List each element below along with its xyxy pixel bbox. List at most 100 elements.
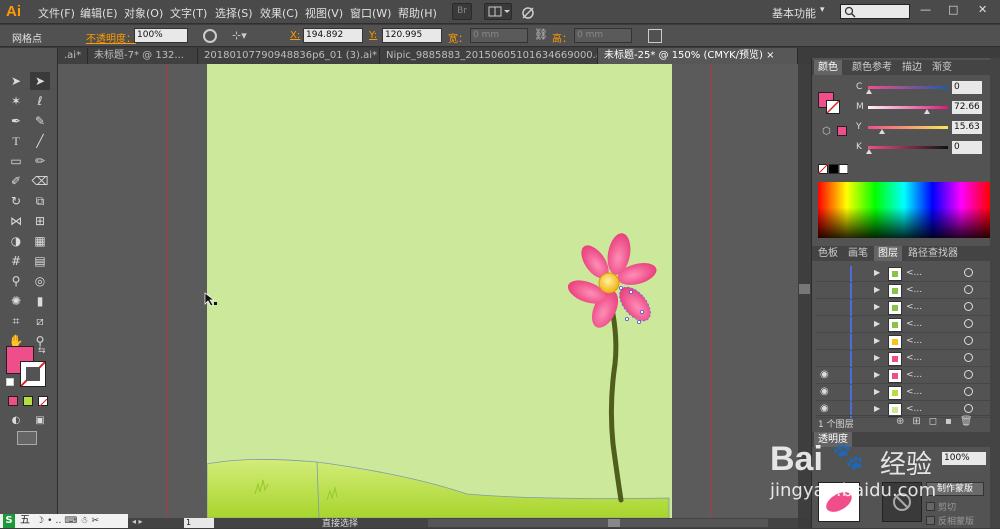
menu-help[interactable]: 帮助(H) <box>398 5 437 21</box>
target-icon[interactable] <box>964 319 973 328</box>
tab-document-active[interactable]: 未标题-25* @ 150% (CMYK/预览) × <box>598 48 798 64</box>
workspace-switcher[interactable]: 基本功能 <box>772 5 816 21</box>
tab-gradient[interactable]: 渐变 <box>928 60 956 75</box>
menu-object[interactable]: 对象(O) <box>124 5 163 21</box>
make-mask-button[interactable]: 制作蒙版 <box>926 482 984 496</box>
vertical-scrollbar[interactable] <box>798 64 811 518</box>
tab-color[interactable]: 颜色 <box>814 60 842 75</box>
ime-tool-icons[interactable]: ☽•‥⌨☃✂ <box>36 514 102 528</box>
horizontal-scroll-thumb[interactable] <box>608 519 620 527</box>
object-thumbnail[interactable] <box>818 482 860 522</box>
layer-row[interactable]: ▶ <... <box>816 266 996 282</box>
visibility-toggle[interactable] <box>820 318 834 332</box>
visibility-toggle[interactable] <box>820 284 834 298</box>
slider-handle[interactable] <box>866 149 872 154</box>
paintbrush-tool-icon[interactable]: ✏ <box>30 152 50 170</box>
mask-thumbnail[interactable] <box>882 482 922 522</box>
eye-icon[interactable]: ◉ <box>820 386 834 400</box>
ime-mode-label[interactable]: 五 <box>20 514 30 528</box>
color-spectrum[interactable] <box>818 182 990 238</box>
channel-slider[interactable] <box>868 106 948 109</box>
expand-arrow-icon[interactable]: ▶ <box>874 387 880 396</box>
page-number-field[interactable]: 1 <box>184 518 214 528</box>
slider-handle[interactable] <box>878 129 885 134</box>
slice-tool-icon[interactable]: ⧄ <box>30 312 50 330</box>
grass-hill[interactable] <box>206 459 670 519</box>
eye-icon[interactable]: ◉ <box>820 369 834 383</box>
color-stroke-swatch[interactable] <box>826 100 840 114</box>
width-label[interactable]: 宽： <box>448 30 468 45</box>
screen-mode-icon[interactable]: ▣ <box>30 412 50 430</box>
tab-document-4[interactable]: Nipic_9885883_20150605101634669000.ai* × <box>380 48 598 64</box>
document-canvas[interactable] <box>58 64 798 519</box>
expand-arrow-icon[interactable]: ▶ <box>874 404 880 413</box>
perspective-grid-tool-icon[interactable]: ▦ <box>30 232 50 250</box>
expand-arrow-icon[interactable]: ▶ <box>874 285 880 294</box>
type-tool-icon[interactable]: T <box>6 132 26 150</box>
width-field[interactable]: 0 mm <box>470 28 528 43</box>
tab-swatches[interactable]: 色板 <box>814 246 842 261</box>
lasso-tool-icon[interactable]: ℓ <box>30 92 50 110</box>
width-tool-icon[interactable]: ⋈ <box>6 212 26 230</box>
line-tool-icon[interactable]: ╱ <box>30 132 50 150</box>
color-mode-button[interactable] <box>8 396 18 406</box>
tab-layers[interactable]: 图层 <box>874 246 902 261</box>
tab-transparency[interactable]: 透明度 <box>814 432 852 447</box>
visibility-toggle[interactable] <box>820 352 834 366</box>
expand-arrow-icon[interactable]: ▶ <box>874 302 880 311</box>
scale-tool-icon[interactable]: ⧉ <box>30 192 50 210</box>
magic-wand-tool-icon[interactable]: ✶ <box>6 92 26 110</box>
menu-window[interactable]: 窗口(W) <box>350 5 391 21</box>
menu-view[interactable]: 视图(V) <box>305 5 343 21</box>
maximize-button[interactable]: □ <box>948 3 958 16</box>
draw-mode-icon[interactable]: ◐ <box>6 412 26 430</box>
rectangle-tool-icon[interactable]: ▭ <box>6 152 26 170</box>
height-field[interactable]: 0 mm <box>574 28 632 43</box>
expand-arrow-icon[interactable]: ▶ <box>874 370 880 379</box>
link-icon[interactable]: ⛓ <box>534 28 548 42</box>
minimize-button[interactable]: — <box>920 3 931 16</box>
artboard-tool-icon[interactable]: ⌗ <box>6 312 26 330</box>
close-icon[interactable]: × <box>766 50 774 61</box>
rotate-tool-icon[interactable]: ↻ <box>6 192 26 210</box>
target-icon[interactable] <box>964 268 973 277</box>
opacity-field[interactable]: 100% <box>134 28 188 43</box>
horizontal-scrollbar[interactable] <box>428 519 768 527</box>
pen-tool-icon[interactable]: ✒ <box>6 112 26 130</box>
symbol-sprayer-tool-icon[interactable]: ✺ <box>6 292 26 310</box>
blend-tool-icon[interactable]: ◎ <box>30 272 50 290</box>
tab-document-1[interactable]: .ai* <box>58 48 88 64</box>
target-icon[interactable] <box>964 285 973 294</box>
layer-row[interactable]: ▶ <... <box>816 300 996 316</box>
gpu-performance-icon[interactable] <box>520 4 536 20</box>
recolor-icon[interactable] <box>203 29 217 43</box>
target-icon[interactable] <box>964 353 973 362</box>
direct-selection-tool-icon[interactable]: ➤ <box>30 72 50 90</box>
opacity-label[interactable]: 不透明度： <box>86 30 136 45</box>
target-icon[interactable] <box>964 336 973 345</box>
expand-arrow-icon[interactable]: ▶ <box>874 336 880 345</box>
layer-row[interactable]: ◉ ▶ <... <box>816 368 996 384</box>
layer-row[interactable]: ◉ ▶ <... <box>816 385 996 401</box>
channel-slider[interactable] <box>868 146 948 149</box>
search-input[interactable] <box>840 4 910 19</box>
transparency-opacity-field[interactable]: 100% <box>942 452 986 465</box>
eraser-tool-icon[interactable]: ⌫ <box>30 172 50 190</box>
tab-document-2[interactable]: 未标题-7* @ 132... <box>88 48 198 64</box>
none-mode-button[interactable] <box>38 396 48 408</box>
invert-mask-checkbox[interactable] <box>926 516 935 525</box>
default-colors-icon[interactable] <box>6 378 14 386</box>
channel-slider[interactable] <box>868 86 948 89</box>
gradient-tool-icon[interactable]: ▤ <box>30 252 50 270</box>
close-button[interactable]: ✕ <box>978 3 987 16</box>
channel-value-field[interactable]: 15.63 <box>952 121 982 134</box>
target-icon[interactable] <box>964 370 973 379</box>
expand-arrow-icon[interactable]: ▶ <box>874 268 880 277</box>
y-label[interactable]: Y: <box>369 30 377 41</box>
gradient-mode-button[interactable] <box>23 396 33 406</box>
layer-actions-icons[interactable]: ⊕⊞◻▪🗑 <box>896 416 981 427</box>
y-field[interactable]: 120.995 <box>382 28 442 43</box>
channel-value-field[interactable]: 0 <box>952 81 982 94</box>
mesh-tool-icon[interactable]: # <box>6 252 26 270</box>
target-icon[interactable] <box>964 302 973 311</box>
